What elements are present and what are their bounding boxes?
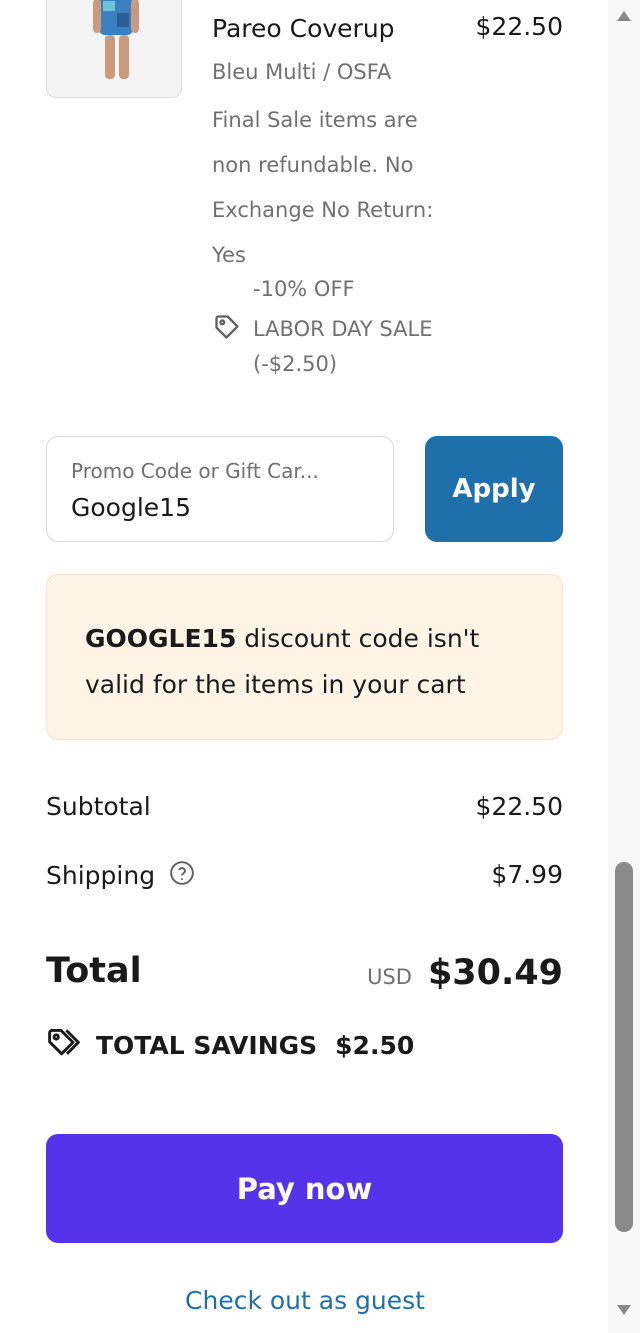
discount-amount: (-$2.50): [253, 352, 338, 376]
total-savings-row: TOTAL SAVINGS $2.50: [46, 1026, 414, 1064]
total-label: Total: [46, 951, 142, 991]
shipping-row: Shipping: [46, 860, 195, 890]
discount-error-notice: GOOGLE15 discount code isn't valid for t…: [46, 574, 563, 740]
total-savings-label: TOTAL SAVINGS: [96, 1030, 318, 1060]
shipping-value: $7.99: [491, 860, 563, 889]
help-icon[interactable]: [169, 860, 195, 890]
scroll-up-arrow-icon[interactable]: [614, 8, 634, 28]
apply-button[interactable]: Apply: [425, 436, 563, 542]
product-variant: Bleu Multi / OSFA: [212, 60, 392, 84]
promo-code-label: Promo Code or Gift Car...: [71, 459, 319, 483]
subtotal-label: Subtotal: [46, 792, 151, 821]
promo-code-input[interactable]: Google15: [71, 493, 191, 522]
pay-now-button[interactable]: Pay now: [46, 1134, 563, 1243]
currency-code: USD: [367, 965, 412, 989]
total-savings-value: $2.50: [335, 1030, 415, 1060]
scroll-down-arrow-icon[interactable]: [614, 1302, 634, 1322]
promo-code-field[interactable]: Promo Code or Gift Car... Google15: [46, 436, 394, 542]
tag-icon: [213, 313, 241, 345]
total-value: $30.49: [427, 953, 563, 993]
savings-tag-icon: [46, 1026, 82, 1064]
product-thumbnail: [46, 0, 182, 98]
product-return-note: Final Sale items are non refundable. No …: [212, 108, 434, 267]
scrollbar-thumb[interactable]: [615, 862, 633, 1232]
discount-error-text: GOOGLE15 discount code isn't valid for t…: [85, 616, 525, 708]
discount-name: LABOR DAY SALE: [253, 317, 433, 341]
discount-row: LABOR DAY SALE: [213, 313, 432, 345]
guest-checkout-link[interactable]: Check out as guest: [0, 1286, 610, 1315]
product-image: [47, 0, 181, 97]
discount-error-code: GOOGLE15: [85, 624, 237, 653]
shipping-label: Shipping: [46, 860, 156, 890]
product-title: Pareo Coverup: [212, 14, 395, 43]
product-price: $22.50: [475, 12, 563, 41]
discount-percent: -10% OFF: [253, 277, 355, 301]
subtotal-value: $22.50: [475, 792, 563, 821]
total-amount: USD $30.49: [367, 953, 563, 993]
